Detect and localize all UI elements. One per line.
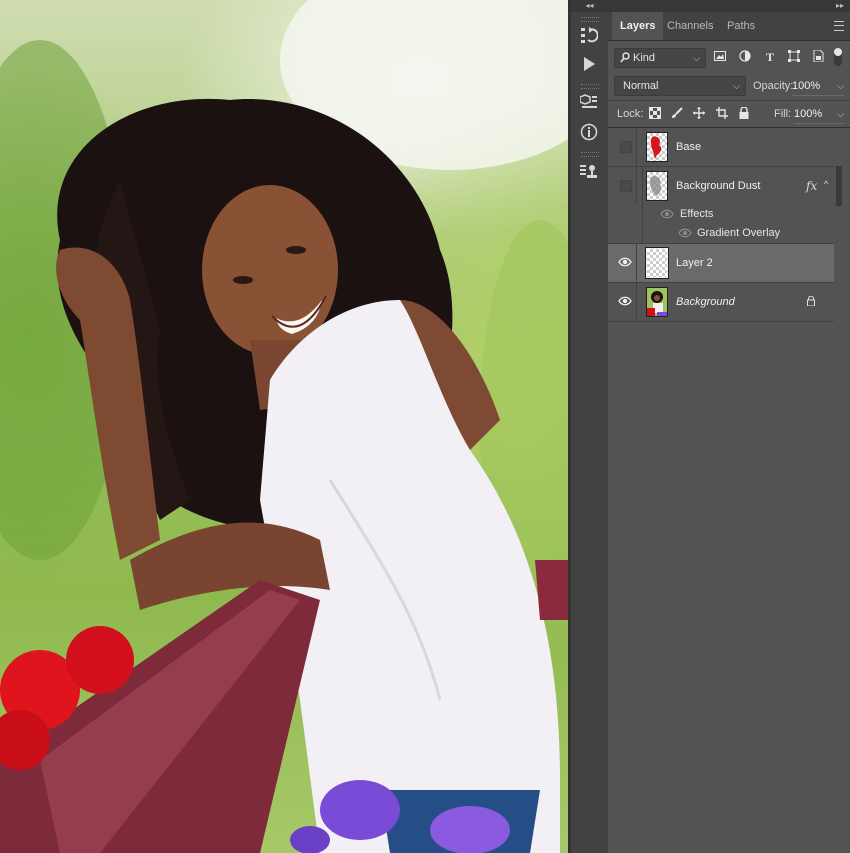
chevron-down-icon[interactable]: ⌵ (837, 77, 844, 95)
layer-thumbnail[interactable] (645, 247, 669, 279)
layer-thumbnail[interactable] (646, 132, 668, 162)
history-icon[interactable] (577, 24, 601, 48)
clone-source-icon[interactable] (577, 160, 601, 184)
adjustment-filter-icon[interactable] (738, 50, 752, 64)
filter-kind-select[interactable]: Kind ⌵ (614, 48, 706, 68)
effects-indent-line (642, 166, 643, 244)
tab-paths[interactable]: Paths (719, 12, 763, 40)
lock-icon (806, 295, 816, 307)
visibility-toggle[interactable] (614, 244, 637, 282)
actions-play-icon[interactable] (577, 52, 601, 76)
panel-menu-icon[interactable] (834, 21, 844, 31)
layer-name[interactable]: Background (676, 283, 735, 321)
eye-icon[interactable] (618, 294, 632, 308)
layers-scrollbar[interactable] (836, 166, 842, 206)
properties-icon[interactable] (577, 90, 601, 114)
blend-row: Normal ⌵ Opacity: 100% ⌵ (614, 76, 850, 96)
chevron-down-icon[interactable]: ⌵ (837, 105, 844, 123)
blend-mode-label: Normal (623, 80, 659, 92)
document-canvas[interactable] (0, 0, 568, 853)
type-filter-icon[interactable]: T (763, 50, 777, 64)
panel-tabs: Layers Channels Paths (608, 12, 850, 41)
eye-icon[interactable] (618, 255, 632, 269)
tab-channels[interactable]: Channels (659, 12, 721, 40)
fill-label: Fill: (774, 108, 792, 120)
smart-object-filter-icon[interactable] (811, 49, 825, 64)
lock-position-move-icon[interactable] (692, 107, 706, 121)
effects-label: Effects (680, 208, 714, 220)
layer-filter-row: Kind ⌵ T (614, 48, 844, 70)
photo-image (0, 0, 568, 853)
visibility-toggle[interactable] (614, 128, 637, 166)
visibility-toggle[interactable] (614, 167, 637, 205)
layer-thumbnail[interactable] (646, 287, 668, 317)
eye-icon[interactable] (678, 227, 692, 239)
collapsed-panel-strip: ◂◂ (571, 0, 609, 853)
fx-icon[interactable]: fx (806, 179, 817, 193)
collapse-left-button[interactable]: ◂◂ (571, 0, 608, 12)
layer-name[interactable]: Background Dust (676, 167, 760, 205)
grip-handle[interactable] (581, 152, 599, 157)
search-icon (620, 49, 630, 70)
visibility-off-box (620, 141, 632, 153)
lock-row: Lock: Fill: 100% ⌵ (608, 100, 850, 128)
lock-label: Lock: (617, 108, 644, 120)
lock-image-pixels-brush-icon[interactable] (670, 107, 684, 121)
shape-filter-icon[interactable] (787, 50, 801, 64)
chevron-up-icon[interactable]: ^ (824, 179, 828, 189)
opacity-value: 100% (792, 80, 821, 92)
collapse-right-button[interactable]: ▸▸ (836, 0, 844, 12)
filter-toggle-switch[interactable] (834, 48, 842, 66)
layer-row-layer-2[interactable]: Layer 2 (608, 244, 834, 283)
lock-artboard-crop-icon[interactable] (715, 107, 729, 121)
layer-name[interactable]: Base (676, 128, 701, 166)
layer-row-background[interactable]: Background (608, 283, 834, 322)
layer-row-base[interactable]: Base (608, 128, 834, 167)
fill-input[interactable]: 100% ⌵ (794, 105, 844, 124)
layer-thumbnail[interactable] (646, 171, 668, 201)
opacity-input[interactable]: 100% ⌵ (792, 77, 844, 96)
filter-kind-label: Kind (633, 52, 656, 64)
chevron-down-icon: ⌵ (733, 81, 740, 91)
image-filter-icon[interactable] (713, 50, 727, 64)
fill-value: 100% (794, 108, 823, 120)
grip-handle[interactable] (581, 17, 599, 22)
opacity-label: Opacity: (753, 80, 794, 92)
lock-transparent-pixels-icon[interactable] (648, 107, 662, 121)
blend-mode-select[interactable]: Normal ⌵ (614, 76, 746, 96)
eye-icon[interactable] (660, 208, 674, 220)
chevron-down-icon: ⌵ (693, 53, 700, 63)
layer-name[interactable]: Layer 2 (676, 244, 713, 282)
grip-handle[interactable] (581, 84, 599, 89)
tab-layers[interactable]: Layers (612, 12, 664, 40)
layers-panel: ▸▸ Layers Channels Paths Kind ⌵ T Normal… (608, 0, 850, 853)
visibility-off-box (620, 180, 632, 192)
lock-all-icon[interactable] (737, 106, 751, 121)
info-icon[interactable] (577, 120, 601, 144)
effect-name: Gradient Overlay (697, 227, 781, 239)
panel-header-bar: ▸▸ (608, 0, 850, 12)
visibility-toggle[interactable] (614, 283, 637, 321)
